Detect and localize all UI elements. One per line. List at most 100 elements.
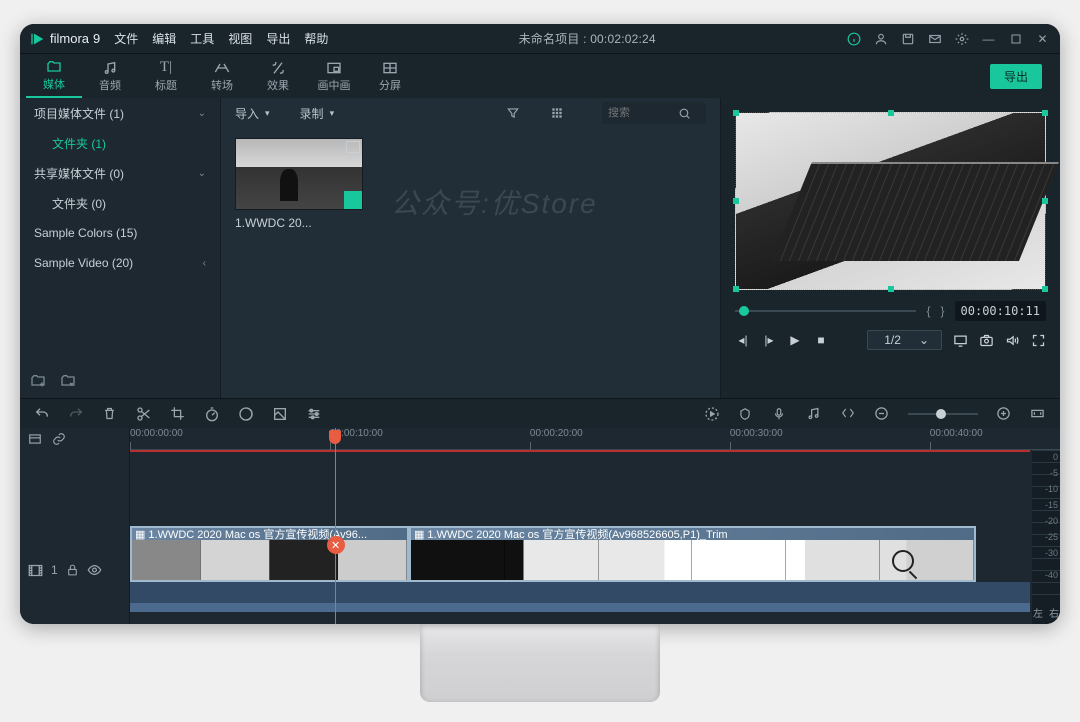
filmstrip-icon <box>28 564 43 577</box>
video-track-header[interactable]: 1 <box>20 540 129 600</box>
marker-icon[interactable] <box>738 406 754 422</box>
menu-edit[interactable]: 编辑 <box>152 30 176 47</box>
speed-icon[interactable] <box>204 406 220 422</box>
zoom-fit-icon[interactable] <box>1030 406 1046 422</box>
playback-rate-dropdown[interactable]: 1/2⌄ <box>867 330 942 350</box>
split-icon[interactable] <box>136 406 152 422</box>
search-input[interactable] <box>602 102 706 124</box>
lock-icon[interactable] <box>66 563 79 577</box>
sidebar-item-project-media[interactable]: 项目媒体文件 (1)⌄ <box>20 98 220 128</box>
new-folder-icon[interactable] <box>30 373 46 389</box>
export-button[interactable]: 导出 <box>990 64 1042 89</box>
media-browser: 导入 ▾ 录制 ▾ 1.WWDC 20... 公众号: <box>220 98 720 398</box>
timeline-toolbar <box>20 398 1060 428</box>
fullscreen-icon[interactable] <box>1030 332 1046 348</box>
color-icon[interactable] <box>238 406 254 422</box>
audio-waveform-row[interactable] <box>130 582 1030 612</box>
display-settings-icon[interactable] <box>952 332 968 348</box>
delete-icon[interactable] <box>102 406 118 422</box>
step-back-button[interactable]: |▸ <box>761 332 777 348</box>
info-icon[interactable] <box>846 31 861 46</box>
track-number: 1 <box>51 563 58 577</box>
time-ruler[interactable]: 00:00:00:00 00:00:10:00 00:00:20:00 00:0… <box>130 428 1060 450</box>
preview-viewport[interactable] <box>735 112 1046 290</box>
import-dropdown[interactable]: 导入 ▾ <box>235 105 270 122</box>
menu-view[interactable]: 视图 <box>228 30 252 47</box>
zoom-in-icon[interactable] <box>996 406 1012 422</box>
clip-thumbnail <box>235 138 363 210</box>
voiceover-icon[interactable] <box>772 406 788 422</box>
clip-label: 1.WWDC 20... <box>235 216 363 230</box>
playhead[interactable]: ✕ <box>335 428 336 624</box>
work-area-line <box>130 450 1030 452</box>
sidebar-item-sample-colors[interactable]: Sample Colors (15) <box>20 218 220 248</box>
adjust-icon[interactable] <box>306 406 322 422</box>
settings-icon[interactable] <box>954 31 969 46</box>
search-icon <box>678 107 691 120</box>
link-icon[interactable] <box>52 432 66 446</box>
green-screen-icon[interactable] <box>272 406 288 422</box>
eye-icon[interactable] <box>87 564 102 576</box>
crop-icon[interactable] <box>170 406 186 422</box>
close-icon[interactable]: ✕ <box>1035 31 1050 46</box>
app-logo: filmora9 <box>30 31 100 47</box>
playhead-handle[interactable] <box>329 430 341 444</box>
magnifier-icon <box>892 550 914 572</box>
record-dropdown[interactable]: 录制 ▾ <box>300 105 335 122</box>
tab-effect[interactable]: 效果 <box>250 54 306 98</box>
tab-transition[interactable]: 转场 <box>194 54 250 98</box>
undo-icon[interactable] <box>34 406 50 422</box>
timeline-tracks[interactable]: 00:00:00:00 00:00:10:00 00:00:20:00 00:0… <box>130 428 1060 624</box>
tab-audio[interactable]: 音频 <box>82 54 138 98</box>
volume-icon[interactable] <box>1004 332 1020 348</box>
zoom-slider[interactable] <box>908 413 978 415</box>
timeline-options-icon[interactable] <box>28 432 42 446</box>
tab-split[interactable]: 分屏 <box>362 54 418 98</box>
mark-in-button[interactable]: { <box>926 304 930 318</box>
stop-button[interactable]: ■ <box>813 332 829 348</box>
menu-tools[interactable]: 工具 <box>190 30 214 47</box>
menu-file[interactable]: 文件 <box>114 30 138 47</box>
tab-title[interactable]: T|标题 <box>138 54 194 98</box>
sidebar-item-folder-0[interactable]: 文件夹 (0) <box>20 188 220 218</box>
film-icon <box>346 141 360 153</box>
menu-export[interactable]: 导出 <box>266 30 290 47</box>
preview-scrubber[interactable] <box>735 310 916 312</box>
maximize-icon[interactable] <box>1008 31 1023 46</box>
keyframe-icon[interactable] <box>840 406 856 422</box>
timeline-clip-2[interactable]: ▦1.WWDC 2020 Mac os 官方宣传视频(Av968526605,P… <box>409 526 976 582</box>
media-clip[interactable]: 1.WWDC 20... <box>235 138 363 230</box>
delete-folder-icon[interactable] <box>60 373 76 389</box>
scrubber-knob[interactable] <box>739 306 749 316</box>
play-button[interactable]: ▶ <box>787 332 803 348</box>
title-bar: filmora9 文件 编辑 工具 视图 导出 帮助 未命名项目 : 00:02… <box>20 24 1060 54</box>
sidebar-item-folder-1[interactable]: 文件夹 (1) <box>20 128 220 158</box>
minimize-icon[interactable]: — <box>981 31 996 46</box>
split-at-playhead-button[interactable]: ✕ <box>327 536 345 554</box>
redo-icon[interactable] <box>68 406 84 422</box>
snapshot-icon[interactable] <box>978 332 994 348</box>
audio-mixer-icon[interactable] <box>806 406 822 422</box>
preview-timecode: 00:00:10:11 <box>955 301 1046 321</box>
media-sidebar: 项目媒体文件 (1)⌄ 文件夹 (1) 共享媒体文件 (0)⌄ 文件夹 (0) … <box>20 98 220 398</box>
save-icon[interactable] <box>900 31 915 46</box>
render-icon[interactable] <box>704 406 720 422</box>
mark-out-button[interactable]: } <box>941 304 945 318</box>
user-icon[interactable] <box>873 31 888 46</box>
prev-frame-button[interactable]: ◂| <box>735 332 751 348</box>
filter-icon[interactable] <box>506 106 520 120</box>
zoom-out-icon[interactable] <box>874 406 890 422</box>
project-title: 未命名项目 : 00:02:02:24 <box>342 30 832 47</box>
tab-pip[interactable]: 画中画 <box>306 54 362 98</box>
preview-panel: { } 00:00:10:11 ◂| |▸ ▶ ■ 1/2⌄ <box>720 98 1060 398</box>
watermark-text: 公众号:优Store <box>391 182 598 222</box>
grid-view-icon[interactable] <box>550 106 564 120</box>
audio-meters: 0 -5 -10 -15 -20 -25 -30 -40 左右 <box>1032 450 1060 624</box>
mail-icon[interactable] <box>927 31 942 46</box>
sidebar-item-shared-media[interactable]: 共享媒体文件 (0)⌄ <box>20 158 220 188</box>
sidebar-item-sample-video[interactable]: Sample Video (20)‹ <box>20 248 220 278</box>
timeline-clip-1[interactable]: ▦1.WWDC 2020 Mac os 官方宣传视频(Av96... <box>130 526 409 582</box>
menu-help[interactable]: 帮助 <box>304 30 328 47</box>
tab-media[interactable]: 媒体 <box>26 54 82 98</box>
zoom-knob[interactable] <box>936 409 946 419</box>
